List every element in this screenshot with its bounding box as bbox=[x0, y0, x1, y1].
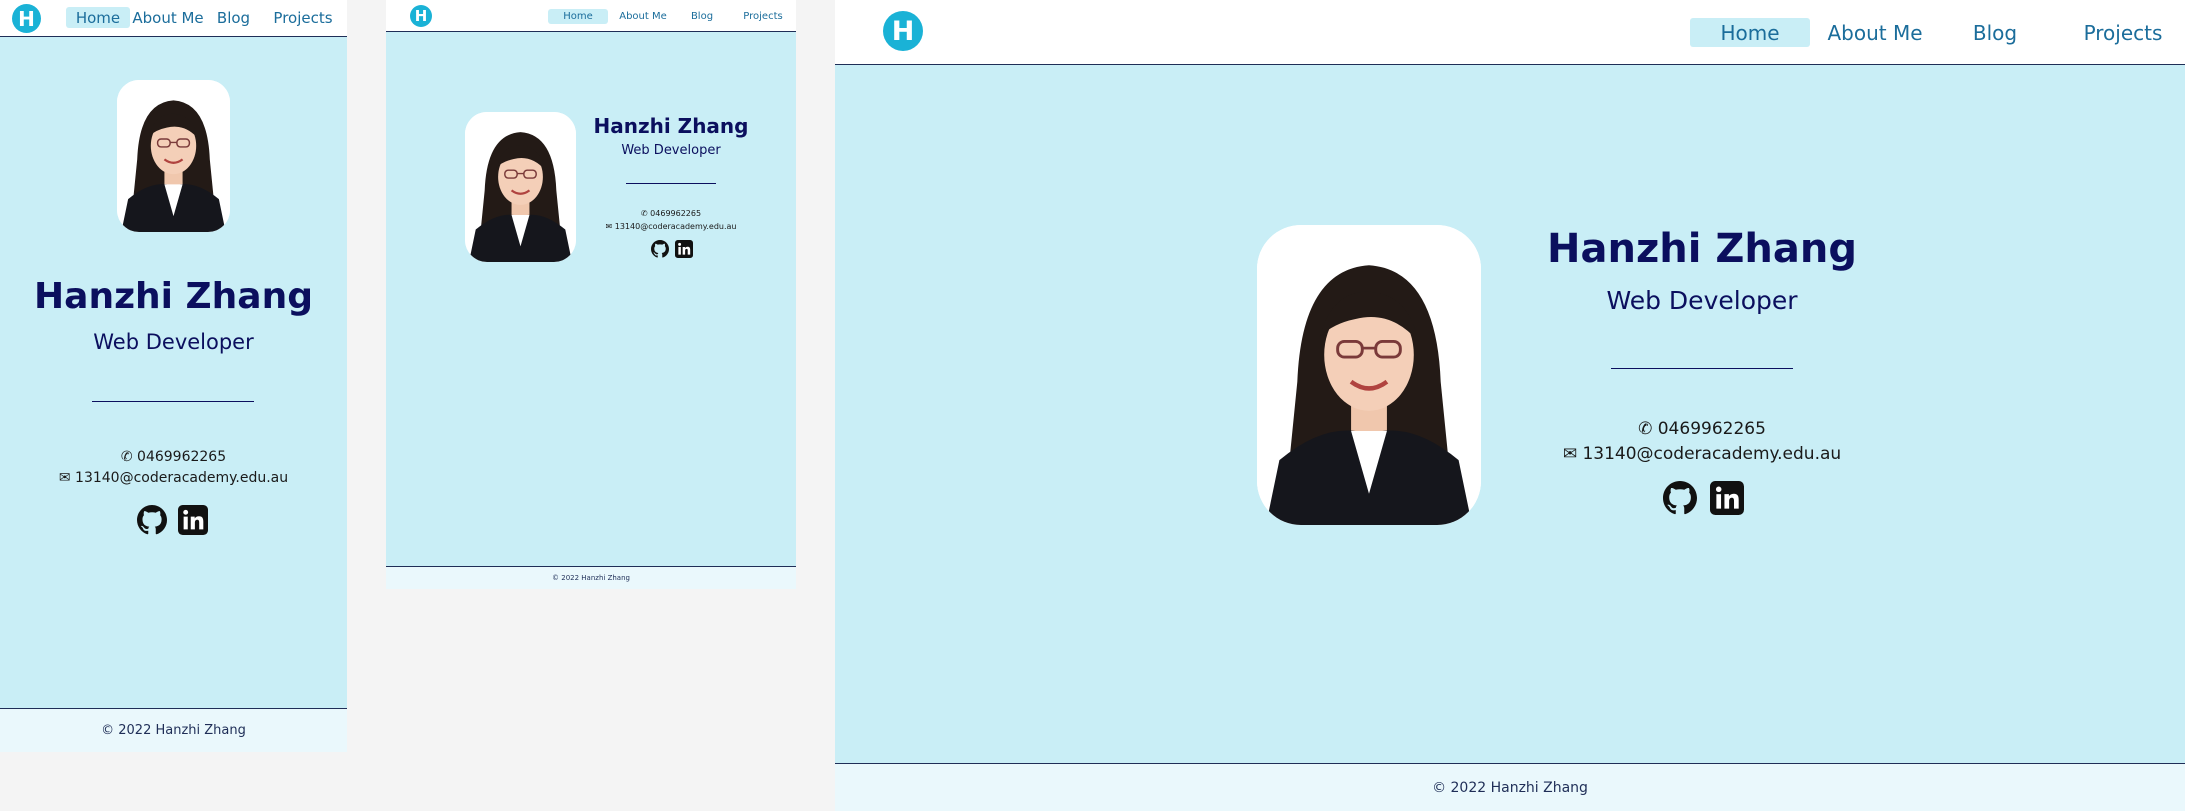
github-icon[interactable] bbox=[651, 240, 669, 258]
nav-home[interactable]: Home bbox=[548, 9, 608, 24]
github-icon[interactable] bbox=[137, 505, 167, 535]
divider bbox=[626, 183, 716, 184]
github-icon[interactable] bbox=[1663, 481, 1697, 515]
mobile-view: H Home About Me Blog Projects Hanzhi Zha… bbox=[0, 0, 347, 752]
navbar: H Home About Me Blog Projects bbox=[386, 0, 796, 32]
social-links bbox=[137, 505, 208, 535]
profile-photo bbox=[465, 112, 576, 262]
profile-photo bbox=[1257, 225, 1481, 525]
portrait-illustration bbox=[117, 80, 230, 232]
divider bbox=[1611, 368, 1793, 369]
social-links bbox=[1663, 481, 1744, 515]
navbar: H Home About Me Blog Projects bbox=[0, 0, 347, 37]
logo-letter: H bbox=[891, 15, 915, 47]
nav-about[interactable]: About Me bbox=[132, 7, 203, 28]
footer: © 2022 Hanzhi Zhang bbox=[835, 763, 2185, 811]
logo-icon[interactable]: H bbox=[12, 4, 41, 33]
linkedin-icon[interactable] bbox=[178, 505, 208, 535]
phone-text: ✆ 0469962265 bbox=[640, 209, 702, 218]
portrait-illustration bbox=[465, 112, 576, 262]
nav-home[interactable]: Home bbox=[1690, 18, 1810, 47]
profile-name: Hanzhi Zhang bbox=[1547, 226, 1857, 272]
footer: © 2022 Hanzhi Zhang bbox=[386, 566, 796, 589]
email-text[interactable]: ✉ 13140@coderacademy.edu.au bbox=[0, 470, 347, 486]
profile-role: Web Developer bbox=[93, 330, 254, 354]
profile-name: Hanzhi Zhang bbox=[593, 114, 749, 138]
profile-photo bbox=[117, 80, 230, 232]
logo-letter: H bbox=[414, 7, 428, 25]
nav-blog[interactable]: Blog bbox=[686, 9, 718, 24]
logo-icon[interactable]: H bbox=[410, 5, 432, 27]
social-links bbox=[651, 240, 693, 258]
linkedin-icon[interactable] bbox=[675, 240, 693, 258]
navbar: H Home About Me Blog Projects bbox=[835, 0, 2185, 65]
desktop-view: H Home About Me Blog Projects Hanzhi Zha… bbox=[835, 0, 2185, 811]
nav-blog[interactable]: Blog bbox=[1965, 18, 2025, 47]
profile-role: Web Developer bbox=[621, 143, 721, 158]
linkedin-icon[interactable] bbox=[1710, 481, 1744, 515]
phone-text: ✆ 0469962265 bbox=[1638, 419, 1766, 439]
profile-name: Hanzhi Zhang bbox=[34, 276, 313, 317]
portrait-illustration bbox=[1257, 225, 1481, 525]
logo-icon[interactable]: H bbox=[883, 11, 923, 51]
tablet-view: H Home About Me Blog Projects Hanzhi Zha… bbox=[386, 0, 796, 589]
logo-letter: H bbox=[18, 6, 35, 31]
profile-role: Web Developer bbox=[1606, 286, 1798, 315]
phone-text: ✆ 0469962265 bbox=[120, 449, 227, 465]
nav-blog[interactable]: Blog bbox=[211, 7, 256, 28]
email-text[interactable]: ✉ 13140@coderacademy.edu.au bbox=[1536, 444, 1868, 464]
nav-about[interactable]: About Me bbox=[612, 9, 674, 24]
nav-projects[interactable]: Projects bbox=[2073, 18, 2173, 47]
nav-projects[interactable]: Projects bbox=[271, 7, 335, 28]
email-text[interactable]: ✉ 13140@coderacademy.edu.au bbox=[591, 222, 751, 231]
nav-projects[interactable]: Projects bbox=[738, 9, 788, 24]
footer: © 2022 Hanzhi Zhang bbox=[0, 708, 347, 752]
nav-about[interactable]: About Me bbox=[1825, 18, 1925, 47]
nav-home[interactable]: Home bbox=[66, 7, 130, 28]
divider bbox=[92, 401, 254, 402]
